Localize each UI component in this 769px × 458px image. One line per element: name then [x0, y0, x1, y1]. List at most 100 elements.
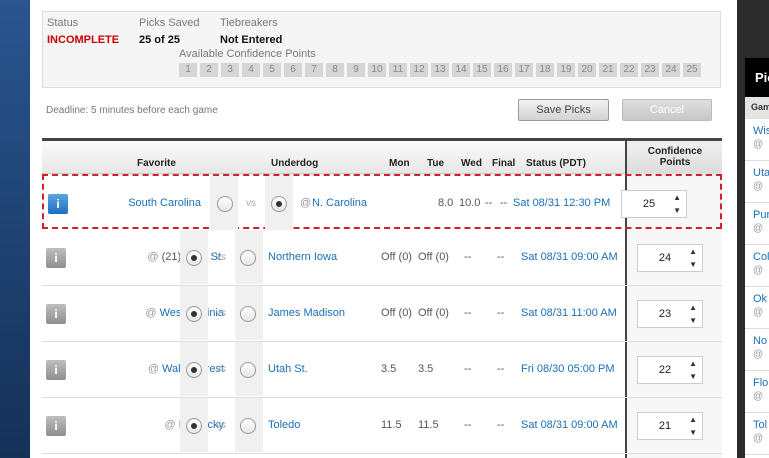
game-row: i @ Wake Forest vs Utah St. 3.5 3.5 -- -- Fri 08… — [42, 342, 722, 398]
header-confidence: Confidence Points — [647, 146, 703, 168]
side-panel-team[interactable]: Pur — [753, 209, 769, 223]
side-panel-team[interactable]: Col — [753, 251, 769, 265]
line-tue: 11.5 — [418, 419, 439, 431]
final-score: -- — [500, 197, 508, 209]
side-panel-team[interactable]: Tol — [753, 419, 769, 433]
side-panel-team[interactable]: No — [753, 335, 769, 349]
info-icon[interactable]: i — [46, 248, 66, 268]
available-point-chip: 17 — [515, 63, 533, 77]
status-label: Status — [47, 17, 79, 29]
available-point-chip: 13 — [431, 63, 449, 77]
confidence-select[interactable]: 25 ▲ ▼ — [621, 190, 687, 218]
side-panel-team[interactable]: Ok — [753, 293, 769, 307]
side-panel-row[interactable]: Ok @ — [745, 287, 769, 329]
side-panel-at: @ — [753, 265, 764, 276]
at-symbol: @ — [300, 197, 312, 209]
header-status: Status (PDT) — [526, 158, 586, 169]
header-favorite: Favorite — [137, 158, 176, 169]
picks-saved-label: Picks Saved — [139, 17, 200, 29]
final-score: -- — [497, 251, 505, 263]
line-tue: Off (0) — [418, 307, 449, 319]
confidence-select[interactable]: 24 ▲ ▼ — [637, 244, 703, 272]
favorite-radio[interactable] — [186, 306, 202, 322]
available-point-chip: 1 — [179, 63, 197, 77]
game-status[interactable]: Sat 08/31 12:30 PM — [513, 197, 610, 209]
final-score: -- — [497, 363, 505, 375]
line-tue: 3.5 — [418, 363, 434, 375]
available-point-chip: 7 — [305, 63, 323, 77]
side-panel-title: Pic — [745, 58, 769, 97]
side-panel-row[interactable]: Flo @ — [745, 371, 769, 413]
status-value: INCOMPLETE — [47, 34, 120, 46]
game-status[interactable]: Fri 08/30 05:00 PM — [521, 363, 615, 375]
picks-table: Favorite Underdog Mon Tue Wed Final Stat… — [42, 138, 722, 458]
line-mon: Off (0) — [381, 251, 412, 263]
underdog-radio[interactable] — [240, 362, 256, 378]
final-score: -- — [497, 307, 505, 319]
available-point-chip: 22 — [620, 63, 638, 77]
available-point-chip: 9 — [347, 63, 365, 77]
available-point-chip: 12 — [410, 63, 428, 77]
underdog-team[interactable]: Toledo — [268, 419, 300, 431]
available-point-chip: 11 — [389, 63, 407, 77]
underdog-radio[interactable] — [271, 196, 287, 212]
line-tue: 8.0 — [438, 197, 454, 209]
confidence-select[interactable]: 21 ▲ ▼ — [637, 412, 703, 440]
available-point-chip: 16 — [494, 63, 512, 77]
side-panel-team[interactable]: Uta — [753, 167, 769, 181]
side-panel-row[interactable]: Col @ — [745, 245, 769, 287]
side-panel-team[interactable]: Wis — [753, 125, 769, 139]
info-icon[interactable]: i — [46, 416, 66, 436]
available-point-chip: 6 — [284, 63, 302, 77]
side-panel-team[interactable]: Flo — [753, 377, 769, 391]
cancel-button[interactable]: Cancel — [622, 99, 712, 121]
side-panel-row[interactable]: Wis @ — [745, 119, 769, 161]
vs-text: vs — [216, 420, 226, 431]
header-final: Final — [492, 158, 516, 169]
confidence-select[interactable]: 23 ▲ ▼ — [637, 300, 703, 328]
vs-text: vs — [216, 252, 226, 263]
side-panel-subhead: Gam — [745, 97, 769, 119]
available-point-chip: 4 — [242, 63, 260, 77]
table-header: Favorite Underdog Mon Tue Wed Final Stat… — [42, 141, 722, 174]
info-icon[interactable]: i — [46, 360, 66, 380]
available-point-chip: 8 — [326, 63, 344, 77]
line-mon: 11.5 — [381, 419, 402, 431]
side-panel-row[interactable]: Pur @ — [745, 203, 769, 245]
at-symbol: @ — [164, 419, 176, 431]
game-status[interactable]: Sat 08/31 09:00 AM — [521, 251, 618, 263]
final-score: -- — [497, 419, 505, 431]
info-icon[interactable]: i — [48, 194, 68, 214]
underdog-radio[interactable] — [240, 306, 256, 322]
save-picks-button[interactable]: Save Picks — [518, 99, 609, 121]
at-symbol: @ — [145, 307, 157, 319]
underdog-team[interactable]: Northern Iowa — [268, 251, 337, 263]
underdog-radio[interactable] — [240, 250, 256, 266]
available-point-chip: 21 — [599, 63, 617, 77]
available-point-chip: 20 — [578, 63, 596, 77]
line-wed: -- — [464, 307, 472, 319]
favorite-team[interactable]: South Carolina — [128, 197, 201, 209]
game-status[interactable]: Sat 08/31 09:00 AM — [521, 419, 618, 431]
favorite-radio[interactable] — [186, 250, 202, 266]
underdog-team[interactable]: N. Carolina — [312, 197, 367, 209]
game-row: i@ (21) Iowa St.vsNorthern IowaOff (0)Of… — [42, 230, 722, 286]
underdog-radio[interactable] — [240, 418, 256, 434]
picks-modal: Status INCOMPLETE Picks Saved 25 of 25 T… — [30, 0, 737, 458]
favorite-radio[interactable] — [186, 418, 202, 434]
favorite-radio[interactable] — [186, 362, 202, 378]
favorite-radio[interactable] — [217, 196, 233, 212]
available-point-chip: 15 — [473, 63, 491, 77]
side-panel-row[interactable]: No @ — [745, 329, 769, 371]
line-wed: -- — [464, 251, 472, 263]
underdog-team[interactable]: James Madison — [268, 307, 345, 319]
stepper-arrows-icon: ▲ ▼ — [673, 193, 681, 215]
confidence-select[interactable]: 22 ▲ ▼ — [637, 356, 703, 384]
underdog-team[interactable]: Utah St. — [268, 363, 308, 375]
side-panel-row[interactable]: Uta @ — [745, 161, 769, 203]
info-icon[interactable]: i — [46, 304, 66, 324]
game-status[interactable]: Sat 08/31 11:00 AM — [521, 307, 617, 319]
line-mon: 3.5 — [381, 363, 397, 375]
available-point-chip: 24 — [662, 63, 680, 77]
side-panel-row[interactable]: Tol @ — [745, 413, 769, 455]
